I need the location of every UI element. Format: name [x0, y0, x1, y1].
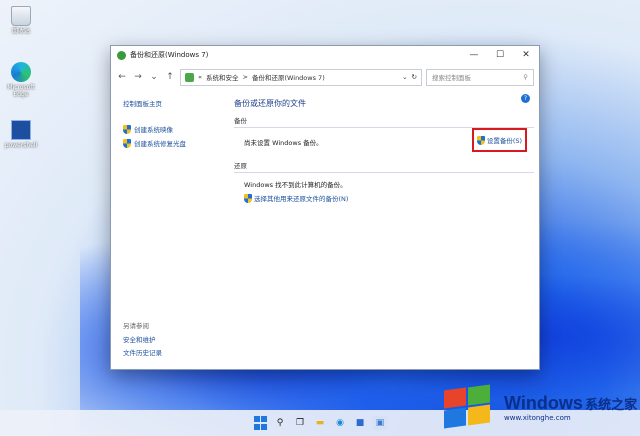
control-panel-taskbar-icon[interactable]: ▣	[373, 416, 387, 430]
restore-status-text: Windows 找不到此计算机的备份。	[244, 181, 347, 189]
backup-status-text: 尚未设置 Windows 备份。	[244, 139, 323, 147]
help-icon[interactable]: ?	[521, 94, 530, 103]
address-bar[interactable]: « 系统和安全 > 备份和还原(Windows 7) ⌄ ↻	[180, 68, 422, 86]
restore-section-label: 还原	[234, 162, 247, 170]
side-link-label: 创建系统映像	[134, 126, 173, 134]
refresh-icon[interactable]: ↻	[412, 73, 417, 81]
restore-link-label: 选择其他用来还原文件的备份(N)	[254, 195, 349, 203]
uac-shield-icon	[476, 135, 485, 145]
watermark-title-cn: 系统之家	[585, 396, 638, 412]
windows-logo-icon	[253, 423, 260, 430]
watermark-text: Windows 系统之家 www.xitonghe.com	[504, 393, 637, 422]
windows-logo-icon	[260, 423, 267, 430]
page-title: 备份或还原你的文件	[234, 99, 306, 108]
maximize-button[interactable]: ☐	[487, 46, 513, 64]
backup-restore-window: 备份和还原(Windows 7) — ☐ ✕ ← → ⌄ ↑ « 系统和安全 >…	[110, 45, 540, 370]
backup-row: 尚未设置 Windows 备份。 设置备份(S)	[234, 128, 534, 160]
backup-section-label: 备份	[234, 117, 247, 125]
uac-shield-icon	[244, 193, 252, 203]
search-icon: ⚲	[523, 73, 528, 81]
recent-locations-dropdown[interactable]: ⌄	[148, 72, 160, 82]
backup-app-icon	[117, 50, 126, 60]
side-link-label: 创建系统修复光盘	[134, 140, 186, 148]
up-button[interactable]: ↑	[164, 72, 176, 82]
security-maintenance-link[interactable]: 安全和维护	[123, 334, 156, 344]
uac-shield-icon	[123, 138, 131, 148]
section-divider	[234, 172, 534, 173]
file-history-link[interactable]: 文件历史记录	[123, 347, 162, 357]
control-panel-icon	[185, 72, 194, 82]
recycle-bin-icon	[11, 6, 31, 26]
desktop-icon-label: powershell	[4, 142, 38, 149]
content-area: 控制面板主页 创建系统映像 创建系统修复光盘 另请参阅 安全和维护 文件历史记录…	[111, 90, 539, 369]
watermark-url: www.xitonghe.com	[504, 413, 571, 422]
file-explorer-icon[interactable]: ▬	[313, 416, 327, 430]
address-dropdown-icon[interactable]: ⌄	[402, 73, 407, 81]
taskbar-search-icon[interactable]: ⚲	[273, 416, 287, 430]
watermark: Windows 系统之家 www.xitonghe.com	[440, 378, 640, 436]
search-placeholder: 搜索控制面板	[432, 74, 471, 82]
sidebar: 控制面板主页 创建系统映像 创建系统修复光盘 另请参阅 安全和维护 文件历史记录	[123, 98, 223, 368]
forward-button[interactable]: →	[132, 72, 144, 82]
task-view-icon[interactable]: ❐	[293, 416, 307, 430]
search-input[interactable]: 搜索控制面板 ⚲	[426, 68, 534, 86]
window-title: 备份和还原(Windows 7)	[130, 51, 209, 59]
breadcrumb-overflow[interactable]: «	[198, 73, 202, 81]
setup-backup-label: 设置备份(S)	[486, 137, 523, 145]
setup-backup-button[interactable]: 设置备份(S)	[472, 128, 527, 152]
edge-icon	[11, 62, 31, 82]
uac-shield-icon	[123, 124, 131, 134]
breadcrumb-system-security[interactable]: 系统和安全	[206, 72, 239, 82]
navigation-toolbar: ← → ⌄ ↑ « 系统和安全 > 备份和还原(Windows 7) ⌄ ↻ 搜…	[111, 64, 539, 90]
windows-logo-icon	[253, 416, 260, 423]
control-panel-home-link[interactable]: 控制面板主页	[123, 98, 223, 108]
main-panel: ? 备份或还原你的文件 备份 尚未设置 Windows 备份。 设置备份(S) …	[234, 94, 534, 203]
minimize-button[interactable]: —	[461, 46, 487, 64]
taskbar-edge-icon[interactable]: ◉	[333, 416, 347, 430]
see-also-label: 另请参阅	[123, 322, 149, 330]
back-button[interactable]: ←	[116, 72, 128, 82]
desktop-icon-label: 回收站	[11, 28, 30, 35]
create-system-image-link[interactable]: 创建系统映像	[123, 124, 223, 134]
start-button[interactable]	[253, 416, 267, 430]
desktop-icon-edge[interactable]: Microsoft Edge	[2, 62, 40, 98]
store-icon[interactable]: ■	[353, 416, 367, 430]
title-bar[interactable]: 备份和还原(Windows 7) — ☐ ✕	[111, 46, 539, 64]
desktop-icon-powershell[interactable]: powershell	[2, 120, 40, 149]
desktop-icon-recycle-bin[interactable]: 回收站	[2, 6, 40, 35]
powershell-icon	[11, 120, 31, 140]
windows-flag-logo-icon	[440, 383, 498, 431]
breadcrumb-arrow[interactable]: >	[242, 73, 247, 81]
close-button[interactable]: ✕	[513, 46, 539, 64]
select-other-backup-link[interactable]: 选择其他用来还原文件的备份(N)	[244, 193, 534, 203]
windows-logo-icon	[260, 416, 267, 423]
watermark-title: Windows	[504, 392, 583, 413]
breadcrumb-backup-restore[interactable]: 备份和还原(Windows 7)	[252, 72, 325, 82]
desktop-icon-label: Microsoft Edge	[7, 84, 35, 98]
create-repair-disc-link[interactable]: 创建系统修复光盘	[123, 138, 223, 148]
